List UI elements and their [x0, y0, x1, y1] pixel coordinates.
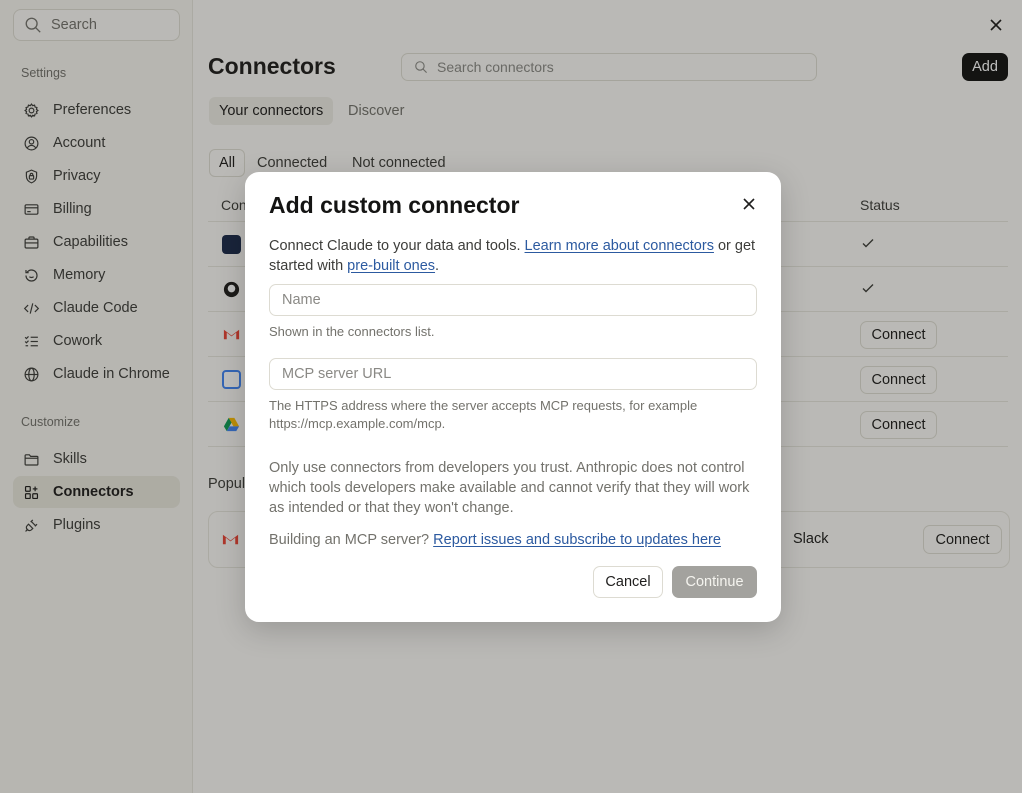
- connector-name-input[interactable]: [269, 284, 757, 316]
- close-icon[interactable]: [739, 194, 759, 214]
- pre-built-connectors-link[interactable]: pre-built ones: [347, 258, 435, 274]
- trust-warning-text: Only use connectors from developers you …: [269, 460, 750, 516]
- dialog-title: Add custom connector: [269, 192, 520, 218]
- url-help-text: The HTTPS address where the server accep…: [269, 398, 698, 431]
- continue-button[interactable]: Continue: [672, 566, 757, 598]
- dialog-intro: Connect Claude to your data and tools. L…: [269, 236, 759, 276]
- intro-text: Connect Claude to your data and tools.: [269, 238, 525, 254]
- mcp-server-url-input[interactable]: [269, 358, 757, 390]
- building-mcp-note: Building an MCP server? Report issues an…: [269, 530, 721, 550]
- cancel-button[interactable]: Cancel: [593, 566, 663, 598]
- name-help-text: Shown in the connectors list.: [269, 324, 435, 339]
- add-custom-connector-dialog: Add custom connector Connect Claude to y…: [245, 172, 781, 622]
- intro-end-text: .: [435, 258, 440, 274]
- learn-more-connectors-link[interactable]: Learn more about connectors: [525, 238, 714, 254]
- building-text: Building an MCP server?: [269, 532, 434, 548]
- report-issues-link[interactable]: Report issues and subscribe to updates h…: [433, 532, 721, 548]
